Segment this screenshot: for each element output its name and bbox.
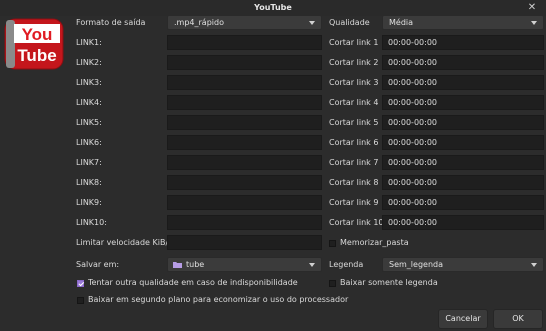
speed-limit-input[interactable] [167,235,322,250]
ok-button[interactable]: OK [493,309,543,329]
background-download-checkbox[interactable] [77,297,84,304]
cut-link-value: 00:00-00:00 [388,78,437,87]
link-input[interactable] [167,95,322,110]
link-label: LINK7: [76,158,102,167]
link-label: LINK5: [76,118,102,127]
cut-link-label: Cortar link 4 [329,98,379,107]
speed-limit-label: Limitar velocidade KiB/s: [76,238,175,247]
background-download-label: Baixar em segundo plano para economizar … [88,295,349,304]
format-label: Formato de saída [76,18,146,27]
link-input[interactable] [167,55,322,70]
cut-link-value: 00:00-00:00 [388,98,437,107]
link-label: LINK4: [76,98,102,107]
subtitle-only-checkbox[interactable] [329,280,336,287]
cut-link-input[interactable]: 00:00-00:00 [382,75,544,90]
folder-icon [173,262,182,268]
save-in-label: Salvar em: [76,260,120,269]
cut-link-input[interactable]: 00:00-00:00 [382,215,544,230]
window-title: YouTube [254,3,292,12]
link-input[interactable] [167,175,322,190]
cut-link-label: Cortar link 3 [329,78,379,87]
cut-link-label: Cortar link 1 [329,38,379,47]
chevron-down-icon [531,21,537,25]
try-other-quality-checkbox[interactable] [77,280,84,287]
quality-label: Qualidade [329,18,370,27]
cut-link-label: Cortar link 5 [329,118,379,127]
cut-link-input[interactable]: 00:00-00:00 [382,155,544,170]
title-bar: YouTube ✕ [0,0,546,16]
chevron-down-icon [309,21,315,25]
cut-link-label: Cortar link 2 [329,58,379,67]
cut-link-label: Cortar link 8 [329,178,379,187]
format-select[interactable]: .mp4_rápido [167,15,322,30]
link-input[interactable] [167,35,322,50]
cut-link-value: 00:00-00:00 [388,198,437,207]
subtitle-only-label: Baixar somente legenda [340,278,438,287]
save-in-select[interactable]: tube [167,257,322,272]
link-label: LINK2: [76,58,102,67]
link-input[interactable] [167,195,322,210]
cut-link-value: 00:00-00:00 [388,118,437,127]
link-input[interactable] [167,135,322,150]
remember-paste-label: Memorizar_pasta [340,238,409,247]
chevron-down-icon [531,263,537,267]
cut-link-label: Cortar link 7 [329,158,379,167]
cut-link-value: 00:00-00:00 [388,218,437,227]
cut-link-value: 00:00-00:00 [388,38,437,47]
cut-link-input[interactable]: 00:00-00:00 [382,115,544,130]
logo-you-text: You [22,25,53,44]
subtitle-label: Legenda [329,260,364,269]
link-label: LINK1: [76,38,102,47]
remember-paste-checkbox[interactable] [329,240,336,247]
cut-link-value: 00:00-00:00 [388,138,437,147]
save-in-value: tube [186,260,205,269]
link-label: LINK9: [76,198,102,207]
link-input[interactable] [167,115,322,130]
chevron-down-icon [309,263,315,267]
cut-link-label: Cortar link 10 [329,218,384,227]
link-label: LINK6: [76,138,102,147]
cancel-button[interactable]: Cancelar [438,309,488,329]
close-icon[interactable]: ✕ [526,2,538,14]
cut-link-label: Cortar link 6 [329,138,379,147]
subtitle-value: Sem_legenda [389,260,443,269]
link-label: LINK8: [76,178,102,187]
logo-tube-text: Tube [17,46,56,65]
cut-link-value: 00:00-00:00 [388,58,437,67]
link-input[interactable] [167,215,322,230]
format-value: .mp4_rápido [174,18,224,27]
youtube-logo: You Tube [4,18,64,70]
link-label: LINK10: [76,218,107,227]
cut-link-value: 00:00-00:00 [388,158,437,167]
cut-link-input[interactable]: 00:00-00:00 [382,135,544,150]
cut-link-input[interactable]: 00:00-00:00 [382,175,544,190]
quality-select[interactable]: Média [382,15,544,30]
cut-link-input[interactable]: 00:00-00:00 [382,55,544,70]
link-input[interactable] [167,75,322,90]
try-other-quality-label: Tentar outra qualidade em caso de indisp… [88,278,298,287]
quality-value: Média [389,18,414,27]
link-input[interactable] [167,155,322,170]
subtitle-select[interactable]: Sem_legenda [382,257,544,272]
cut-link-label: Cortar link 9 [329,198,379,207]
cut-link-input[interactable]: 00:00-00:00 [382,95,544,110]
link-label: LINK3: [76,78,102,87]
cut-link-input[interactable]: 00:00-00:00 [382,35,544,50]
cut-link-value: 00:00-00:00 [388,178,437,187]
cut-link-input[interactable]: 00:00-00:00 [382,195,544,210]
